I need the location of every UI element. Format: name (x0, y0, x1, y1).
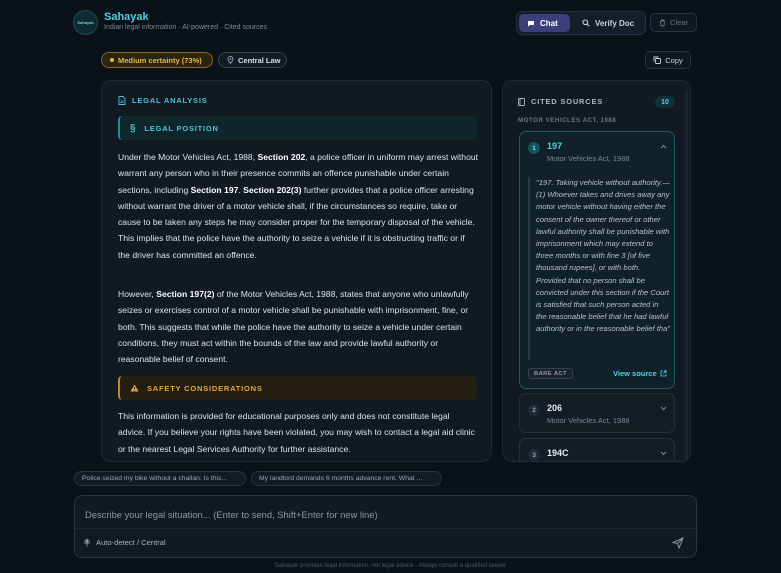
warning-icon (130, 384, 139, 392)
source-number: 1 (528, 142, 540, 154)
sources-scrollbar[interactable] (685, 91, 688, 461)
suggestion-chip-1[interactable]: Police seized my bike without a challan.… (74, 471, 246, 486)
certainty-badge: Medium certainty (73%) (101, 52, 213, 68)
view-source-label: View source (613, 369, 657, 378)
legal-position-paragraph-1: Under the Motor Vehicles Act, 1988, Sect… (118, 152, 479, 260)
trash-icon (660, 19, 666, 26)
chevron-down-icon[interactable] (660, 404, 667, 413)
jurisdiction-selector[interactable]: Auto-detect / Central (84, 538, 166, 547)
act-group-label: MOTOR VEHICLES ACT, 1988 (518, 117, 617, 124)
cited-sources-heading: CITED SOURCES (518, 97, 603, 106)
verify-doc-button[interactable]: Verify Doc (574, 14, 644, 32)
message-composer: Auto-detect / Central (74, 495, 698, 558)
legal-position-header: § LEGAL POSITION (118, 116, 477, 140)
source-section: 194C (547, 448, 569, 458)
source-card-197[interactable]: 1 197 Motor Vehicles Act, 1988 "197. Tak… (519, 131, 675, 389)
cited-sources-panel: CITED SOURCES 10 MOTOR VEHICLES ACT, 198… (502, 80, 691, 462)
book-icon (518, 97, 525, 106)
chat-bubble-icon (528, 20, 534, 26)
external-link-icon (660, 370, 667, 377)
safety-paragraph: This information is provided for educati… (118, 411, 475, 454)
jurisdiction-selector-label: Auto-detect / Central (96, 538, 166, 547)
mode-toggle: Chat Verify Doc (516, 11, 646, 35)
clear-button[interactable]: Clear (650, 13, 697, 32)
sources-count-badge: 10 (655, 96, 675, 108)
certainty-dot-icon (110, 58, 114, 62)
balance-scale-icon (84, 538, 90, 547)
chevron-down-icon[interactable] (660, 449, 667, 458)
legal-position-title: LEGAL POSITION (144, 123, 219, 133)
source-number: 2 (528, 404, 540, 416)
safety-title: SAFETY CONSIDERATIONS (147, 383, 263, 393)
brand-tagline: Indian legal information · AI-powered · … (104, 24, 268, 31)
safety-considerations-header: SAFETY CONSIDERATIONS (118, 376, 477, 400)
source-act: Motor Vehicles Act, 1988 (547, 154, 630, 163)
app-header: Sahayak Sahayak Indian legal information… (0, 0, 781, 46)
source-quote: "197. Taking vehicle without authority.—… (528, 177, 670, 360)
clear-label: Clear (670, 18, 688, 27)
source-card-194c[interactable]: 3 194C (519, 438, 675, 461)
search-icon (582, 19, 590, 27)
send-button[interactable] (671, 536, 686, 550)
chat-mode-label: Chat (540, 18, 558, 28)
copy-button[interactable]: Copy (645, 51, 691, 69)
source-section: 206 (547, 403, 563, 413)
brand-title: Sahayak (104, 11, 149, 23)
jurisdiction-badge: Central Law (218, 52, 287, 68)
disclaimer-footer: Sahayak provides legal information, not … (274, 563, 507, 569)
certainty-label: Medium certainty (73%) (118, 55, 202, 65)
view-source-link[interactable]: View source (613, 369, 667, 378)
jurisdiction-label: Central Law (238, 55, 281, 65)
legal-analysis-title: LEGAL ANALYSIS (132, 96, 208, 105)
document-icon (118, 96, 126, 105)
verify-doc-label: Verify Doc (595, 18, 635, 28)
bare-act-tag: BARE ACT (528, 368, 573, 379)
chat-mode-button[interactable]: Chat (519, 14, 570, 32)
suggestion-chip-2[interactable]: My landlord demands 6 months advance ren… (251, 471, 442, 486)
source-card-206[interactable]: 2 206 Motor Vehicles Act, 1988 (519, 393, 675, 433)
chevron-up-icon[interactable] (660, 142, 667, 151)
legal-position-paragraph-2: However, Section 197(2) of the Motor Veh… (118, 289, 469, 365)
source-act: Motor Vehicles Act, 1988 (547, 416, 630, 425)
sahayak-logo: Sahayak (73, 10, 98, 35)
legal-analysis-panel: LEGAL ANALYSIS § LEGAL POSITION Under th… (101, 80, 492, 462)
location-pin-icon (227, 56, 234, 64)
source-number: 3 (528, 449, 540, 461)
source-section: 197 (547, 141, 563, 151)
composer-divider (75, 528, 698, 529)
send-icon (671, 537, 684, 550)
copy-label: Copy (665, 55, 683, 65)
message-input[interactable] (85, 505, 675, 523)
cited-sources-title: CITED SOURCES (531, 97, 604, 106)
copy-icon (653, 56, 662, 64)
legal-analysis-heading: LEGAL ANALYSIS (118, 96, 208, 105)
section-sign-icon: § (130, 122, 137, 134)
